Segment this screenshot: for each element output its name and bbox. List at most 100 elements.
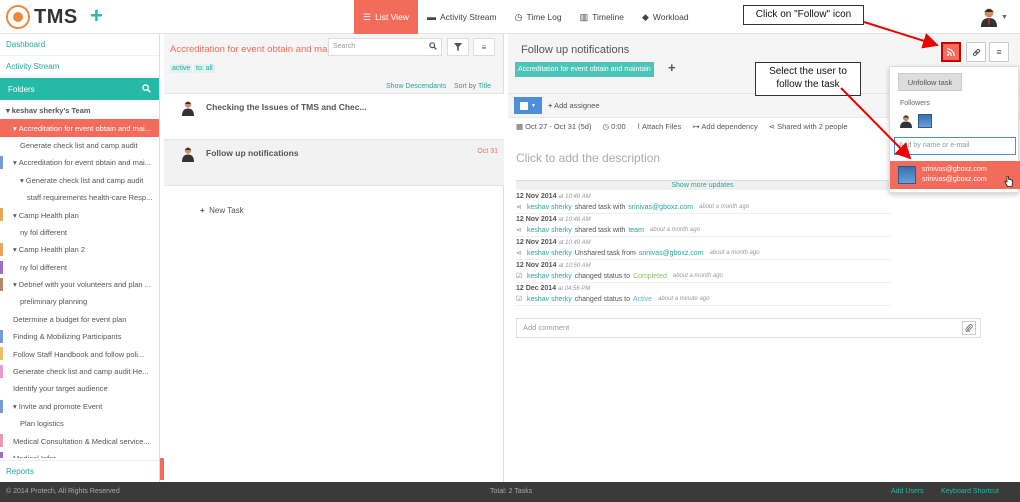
tab-workload[interactable]: ◆ Workload	[633, 0, 698, 34]
task-detail-title[interactable]: Follow up notifications	[521, 44, 629, 56]
folder-tree-item[interactable]: staff requirements health-care Resp...	[0, 189, 159, 206]
shared-with-button[interactable]: ⋖ Shared with 2 people	[769, 122, 848, 131]
folder-tree-item[interactable]: ▾ Invite and promote Event	[0, 398, 159, 415]
user-menu-caret-icon[interactable]: ▼	[1001, 14, 1008, 21]
activity-entry: ☑ keshav sherky changed status to Active abo…	[516, 295, 709, 304]
activity-user-link[interactable]: keshav sherky	[527, 273, 572, 280]
folder-tree-item[interactable]: Finding & Mobilizing Participants	[0, 328, 159, 345]
follow-rss-icon[interactable]	[941, 42, 961, 62]
activity-action: changed status to	[574, 272, 631, 280]
folder-label: keshav sherky's Team	[11, 106, 91, 116]
sidebar-link-reports[interactable]: Reports	[0, 460, 159, 482]
date-range[interactable]: ▦ Oct 27 - Oct 31 (5d)	[516, 122, 591, 131]
filter-tag-to-all[interactable]: to: all	[194, 64, 215, 73]
folder-tree-item[interactable]: ▾ Accreditation for event obtain and mai…	[0, 154, 159, 171]
add-assignee-button[interactable]: + Add assignee	[548, 101, 600, 110]
folder-tree-item[interactable]: ▾ Generate check list and camp audit	[0, 172, 159, 189]
activity-object[interactable]: Completed	[633, 273, 667, 280]
show-descendants-link[interactable]: Show Descendants	[386, 83, 446, 90]
activity-user-link[interactable]: keshav sherky	[527, 296, 572, 303]
description-field[interactable]: Click to add the description	[516, 151, 660, 165]
attach-clip-icon[interactable]	[962, 321, 976, 335]
folder-tree-item[interactable]: ny fol different	[0, 259, 159, 276]
folder-tree-item[interactable]: Medical Infor... ...	[0, 450, 159, 458]
activity-user-link[interactable]: keshav sherky	[527, 250, 572, 257]
folder-tree-item[interactable]: Identify your target audience	[0, 380, 159, 397]
folder-tree-item[interactable]: ▾ Debrief with your volunteers and plan …	[0, 276, 159, 293]
expand-caret-icon[interactable]: ▾	[6, 106, 10, 115]
activity-object[interactable]: team	[628, 227, 644, 234]
task-search-input[interactable]: Search	[328, 38, 442, 56]
tab-list-view[interactable]: ☰ List View	[354, 0, 418, 34]
show-more-updates-link[interactable]: Show more updates	[516, 180, 889, 190]
add-comment-input[interactable]: Add comment	[516, 318, 981, 338]
folder-tree-item[interactable]: ▾ Camp Health plan	[0, 206, 159, 223]
activity-object[interactable]: srinivas@gboxz.com	[628, 204, 693, 211]
task-title[interactable]: Checking the Issues of TMS and Chec...	[206, 102, 367, 112]
status-checkbox-icon[interactable]: ▼	[514, 97, 542, 114]
list-menu-icon[interactable]: ≡	[473, 38, 495, 56]
filter-tag-active[interactable]: active	[170, 64, 193, 73]
expand-caret-icon[interactable]: ▾	[13, 124, 17, 133]
task-row[interactable]: Checking the Issues of TMS and Chec...	[164, 94, 504, 140]
task-menu-icon[interactable]: ≡	[989, 42, 1009, 62]
attach-files-button[interactable]: ⌇ Attach Files	[637, 122, 682, 131]
folder-search-icon[interactable]	[142, 83, 151, 95]
user-suggestion-item[interactable]: srinivas@gboxz.com srinivas@gboxz.com	[890, 161, 1020, 189]
assignee-avatar-icon	[182, 101, 194, 116]
add-users-link[interactable]: Add Users	[891, 488, 924, 495]
tab-time-log[interactable]: ◷ Time Log	[506, 0, 571, 34]
folder-tree-item[interactable]: Follow Staff Handbook and follow poli...	[0, 345, 159, 362]
user-avatar-icon[interactable]	[980, 7, 998, 27]
activity-user-link[interactable]: keshav sherky	[527, 227, 572, 234]
folder-title[interactable]: Accreditation for event obtain and ma...	[170, 44, 335, 55]
sort-control[interactable]: Sort by Title	[454, 83, 491, 90]
tms-logo[interactable]: TMS	[6, 5, 78, 29]
expand-caret-icon[interactable]: ▾	[13, 402, 17, 411]
expand-caret-icon[interactable]: ▾	[13, 280, 17, 289]
folder-tree: ▾ keshav sherky's Team ▾ Accreditation fo…	[0, 102, 159, 458]
unfollow-button[interactable]: Unfollow task	[898, 73, 962, 91]
expand-caret-icon[interactable]: ▾	[20, 176, 24, 185]
folder-tree-item[interactable]: Plan logistics	[0, 415, 159, 432]
folder-tree-item[interactable]: Medical Consultation & Medical service..…	[0, 432, 159, 449]
folder-tree-item[interactable]: Generate check list and camp audit	[0, 137, 159, 154]
folder-tree-item[interactable]: Determine a budget for event plan	[0, 311, 159, 328]
folder-tree-item[interactable]: preliminary planning	[0, 293, 159, 310]
expand-caret-icon[interactable]: ▾	[13, 158, 17, 167]
task-title[interactable]: Follow up notifications	[206, 148, 299, 158]
add-follower-input[interactable]: Add by name or e-mail	[894, 137, 1016, 155]
expand-caret-icon[interactable]: ▾	[13, 245, 17, 254]
time-tracker[interactable]: ◷ 0:00	[602, 122, 625, 131]
filter-icon[interactable]	[447, 38, 469, 56]
follower-avatar-icon[interactable]	[900, 114, 912, 128]
task-row-selected[interactable]: Follow up notifications Oct 31	[164, 140, 504, 186]
folder-color-bar	[0, 364, 3, 378]
add-dependency-button[interactable]: ⊶ Add dependency	[692, 122, 757, 131]
expand-caret-icon[interactable]: ▾	[13, 211, 17, 220]
activity-time: at 10:50 AM	[558, 263, 591, 269]
folder-tree-item[interactable]: Generate check list and camp audit He...	[0, 363, 159, 380]
add-folder-icon[interactable]: +	[668, 60, 676, 75]
link-icon[interactable]	[966, 42, 986, 62]
tab-activity-stream[interactable]: ▬ Activity Stream	[418, 0, 506, 34]
activity-object[interactable]: srinivas@gboxz.com	[639, 250, 704, 257]
follower-avatar-icon[interactable]	[918, 114, 932, 128]
tab-timeline[interactable]: ▥ Timeline	[571, 0, 633, 34]
activity-object[interactable]: Active	[633, 296, 652, 303]
keyboard-shortcut-link[interactable]: Keyboard Shortcut	[941, 488, 999, 495]
folder-tree-item[interactable]: ▾ Camp Health plan 2	[0, 241, 159, 258]
activity-user-link[interactable]: keshav sherky	[527, 204, 572, 211]
app-name: TMS	[34, 5, 78, 28]
activity-action: changed status to	[574, 295, 631, 303]
folder-tree-item[interactable]: ▾ Accreditation for event obtain and mai…	[0, 119, 159, 137]
sort-value[interactable]: Title	[478, 83, 491, 90]
sidebar-link-dashboard[interactable]: Dashboard	[0, 34, 159, 56]
folder-tree-item[interactable]: ▾ keshav sherky's Team	[0, 102, 159, 119]
quick-add-icon[interactable]: +	[90, 5, 103, 27]
folder-tag[interactable]: Accreditation for event obtain and maint…	[515, 62, 654, 77]
folder-tree-item[interactable]: ny fol different	[0, 224, 159, 241]
search-icon[interactable]	[429, 42, 437, 52]
sidebar-link-activity-stream[interactable]: Activity Stream	[0, 56, 159, 78]
new-task-button[interactable]: + New Task	[200, 206, 244, 215]
